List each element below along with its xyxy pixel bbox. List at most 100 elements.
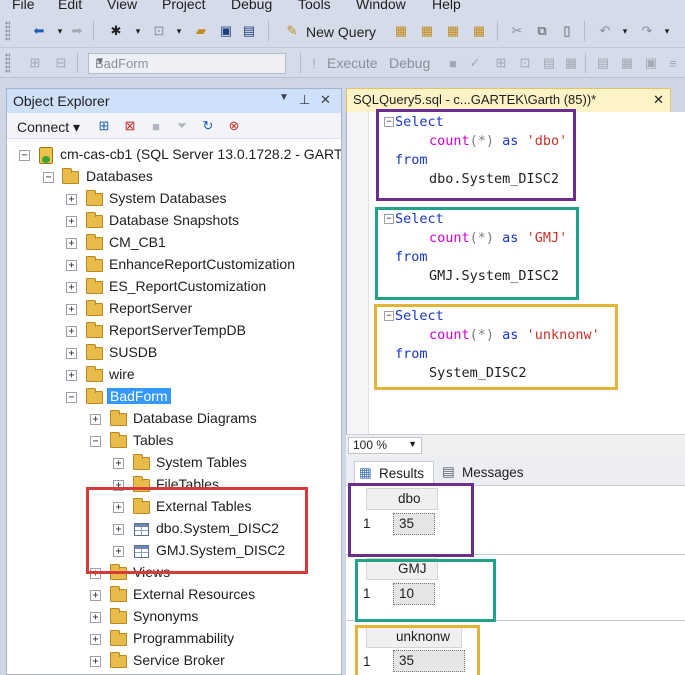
parse-icon[interactable]: ✓: [466, 54, 484, 72]
expand-icon[interactable]: +: [66, 216, 77, 227]
dropdown-arrow-icon[interactable]: ▾: [129, 22, 147, 40]
tree-node-badform[interactable]: − BadForm: [7, 387, 341, 409]
available-databases-select[interactable]: BadForm ▼: [88, 53, 286, 74]
expand-icon[interactable]: +: [90, 612, 101, 623]
dropdown-arrow-icon[interactable]: ▾: [616, 22, 634, 40]
refresh-icon[interactable]: ↻: [199, 117, 217, 135]
undo-icon[interactable]: ↶: [596, 22, 614, 40]
tree-node-synonyms[interactable]: + Synonyms: [7, 607, 341, 629]
tree-node-database-snapshots[interactable]: + Database Snapshots: [7, 211, 341, 233]
collapse-icon[interactable]: −: [43, 172, 54, 183]
connect-dropdown[interactable]: Connect ▾: [17, 119, 80, 136]
database-engine-query-icon[interactable]: ▦: [392, 22, 410, 40]
comment-icon[interactable]: ≡: [664, 54, 682, 72]
change-connection-icon[interactable]: ⊟: [52, 54, 70, 72]
tree-node-susdb[interactable]: + SUSDB: [7, 343, 341, 365]
new-project-icon[interactable]: ✱: [107, 22, 125, 40]
pin-icon[interactable]: ⊥: [299, 92, 310, 108]
estimated-plan-icon[interactable]: ⊞: [492, 54, 510, 72]
tree-node-system-databases[interactable]: + System Databases: [7, 189, 341, 211]
new-query-icon[interactable]: ✎: [283, 22, 301, 40]
menu-help[interactable]: Help: [432, 0, 461, 12]
expand-icon[interactable]: +: [90, 634, 101, 645]
mdx-query-icon[interactable]: ▦: [444, 22, 462, 40]
dropdown-arrow-icon[interactable]: ▾: [170, 22, 188, 40]
connect-object-explorer-icon[interactable]: ⊞: [95, 117, 113, 135]
expand-icon[interactable]: +: [66, 260, 77, 271]
expand-icon[interactable]: +: [90, 656, 101, 667]
stop-icon[interactable]: ■: [444, 54, 462, 72]
tree-node-reportservertempdb[interactable]: + ReportServerTempDB: [7, 321, 341, 343]
expand-icon[interactable]: +: [113, 458, 124, 469]
analysis-query-icon[interactable]: ▦: [418, 22, 436, 40]
debug-button[interactable]: Debug: [389, 55, 430, 71]
collapse-icon[interactable]: −: [66, 392, 77, 403]
menu-debug[interactable]: Debug: [231, 0, 272, 12]
expand-icon[interactable]: +: [66, 238, 77, 249]
back-icon[interactable]: ⬅: [30, 22, 48, 40]
tree-node-tables[interactable]: − Tables: [7, 431, 341, 453]
window-position-icon[interactable]: ▼: [279, 92, 289, 103]
connect-icon[interactable]: ⊞: [26, 54, 44, 72]
expand-icon[interactable]: +: [66, 348, 77, 359]
tree-node-wire[interactable]: + wire: [7, 365, 341, 387]
tree-node-cm-cb1[interactable]: + CM_CB1: [7, 233, 341, 255]
execute-button[interactable]: Execute: [327, 55, 378, 71]
expand-icon[interactable]: +: [66, 370, 77, 381]
toolbar-grip[interactable]: [5, 53, 10, 73]
stop-icon[interactable]: ■: [147, 117, 165, 135]
tree-node-es-reportcustomization[interactable]: + ES_ReportCustomization: [7, 277, 341, 299]
close-icon[interactable]: ✕: [320, 92, 331, 108]
forward-icon[interactable]: ➡: [68, 22, 86, 40]
tree-node-system-tables[interactable]: + System Tables: [7, 453, 341, 475]
close-icon[interactable]: ✕: [653, 92, 664, 108]
menu-file[interactable]: File: [12, 0, 35, 12]
node-label: Service Broker: [133, 652, 225, 668]
collapse-icon[interactable]: −: [19, 150, 30, 161]
execute-icon[interactable]: !: [305, 54, 323, 72]
include-plan-icon[interactable]: ▦: [562, 54, 580, 72]
intellisense-icon[interactable]: ▤: [540, 54, 558, 72]
expand-icon[interactable]: +: [66, 304, 77, 315]
menu-project[interactable]: Project: [162, 0, 206, 12]
redo-icon[interactable]: ↷: [638, 22, 656, 40]
filter-icon[interactable]: ⏷: [173, 117, 191, 135]
tree-node-database-diagrams[interactable]: + Database Diagrams: [7, 409, 341, 431]
copy-icon[interactable]: ⧉: [533, 22, 551, 40]
dropdown-arrow-icon[interactable]: ▾: [658, 22, 676, 40]
save-icon[interactable]: ▣: [217, 22, 235, 40]
collapse-icon[interactable]: −: [90, 436, 101, 447]
expand-icon[interactable]: +: [66, 326, 77, 337]
save-all-icon[interactable]: ▤: [240, 22, 258, 40]
tree-node-reportserver[interactable]: + ReportServer: [7, 299, 341, 321]
results-to-file-icon[interactable]: ▣: [642, 54, 660, 72]
expand-icon[interactable]: +: [90, 414, 101, 425]
menu-tools[interactable]: Tools: [298, 0, 331, 12]
cut-icon[interactable]: ✂: [508, 22, 526, 40]
tree-node-programmability[interactable]: + Programmability: [7, 629, 341, 651]
tree-node-service-broker[interactable]: + Service Broker: [7, 651, 341, 673]
toolbar-grip[interactable]: [5, 21, 10, 41]
expand-icon[interactable]: +: [90, 590, 101, 601]
activity-monitor-icon[interactable]: ⊗: [225, 117, 243, 135]
query-designer-icon[interactable]: ⊡: [516, 54, 534, 72]
tree-node-enhancereportcustomization[interactable]: + EnhanceReportCustomization: [7, 255, 341, 277]
tree-node-external-resources[interactable]: + External Resources: [7, 585, 341, 607]
open-folder-icon[interactable]: ▰: [192, 22, 210, 40]
server-node[interactable]: − cm-cas-cb1 (SQL Server 13.0.1728.2 - G…: [7, 145, 341, 167]
menu-edit[interactable]: Edit: [58, 0, 82, 12]
expand-icon[interactable]: +: [66, 282, 77, 293]
results-to-grid-icon[interactable]: ▦: [618, 54, 636, 72]
expand-icon[interactable]: +: [66, 194, 77, 205]
paste-icon[interactable]: ▯: [558, 22, 576, 40]
results-to-text-icon[interactable]: ▤: [594, 54, 612, 72]
menu-window[interactable]: Window: [356, 0, 406, 12]
menu-view[interactable]: View: [107, 0, 137, 12]
dropdown-arrow-icon[interactable]: ▾: [51, 22, 69, 40]
new-query-button[interactable]: New Query: [306, 24, 376, 40]
tree-node-databases[interactable]: − Databases: [7, 167, 341, 189]
add-item-icon[interactable]: ⊡: [150, 22, 168, 40]
dmx-query-icon[interactable]: ▦: [470, 22, 488, 40]
zoom-select[interactable]: 100 % ▼: [348, 437, 422, 454]
disconnect-icon[interactable]: ⊠: [121, 117, 139, 135]
